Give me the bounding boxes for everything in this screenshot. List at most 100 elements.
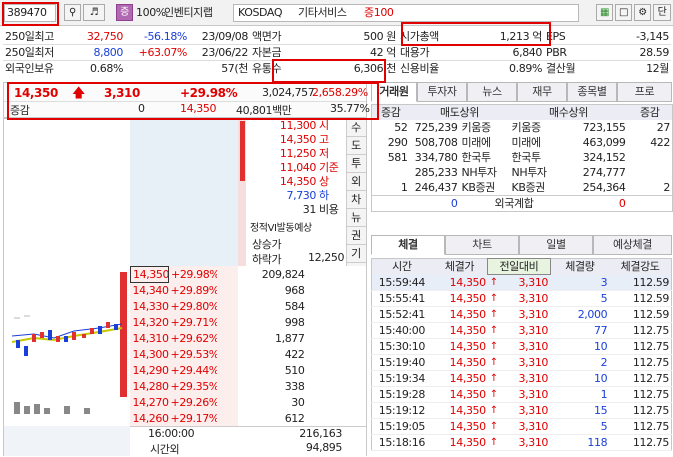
info-pct	[125, 61, 189, 77]
info-date: 23/09/08	[201, 30, 249, 43]
info-value: 0.68%	[90, 62, 123, 75]
trade-price: 14,350	[449, 436, 486, 449]
quote-price-2: 14,350	[180, 102, 217, 115]
trade-qty: 15	[593, 404, 608, 417]
buy-order-row[interactable]: 14,350 +29.98% 209,824	[130, 266, 347, 283]
broker-foreign-label: 외국계합	[494, 197, 534, 210]
side-tab[interactable]: 투	[346, 155, 366, 173]
mini-chart-area	[4, 266, 130, 426]
trade-row[interactable]: 15:19:40 14,350 ↑ 3,310 2 112.75	[371, 355, 672, 371]
trade-head: 체결가	[444, 260, 475, 274]
broker-row[interactable]: 290 508,708 미래에 미래에 463,099 422	[372, 135, 673, 150]
buy-price: 14,330	[132, 300, 169, 313]
trade-qty: 10	[593, 340, 608, 353]
broker-tab[interactable]: 재무	[517, 82, 567, 102]
trade-diff: 3,310	[518, 388, 549, 401]
trade-strength: 112.59	[632, 275, 669, 289]
buy-order-row[interactable]: 14,270 +29.26% 30	[131, 395, 347, 411]
info-value: 12월	[646, 62, 669, 75]
trade-tab[interactable]: 차트	[445, 235, 519, 255]
trade-row[interactable]: 15:52:41 14,350 ↑ 3,310 2,000 112.59	[371, 307, 672, 323]
stock-code-input[interactable]: 389470	[4, 4, 56, 22]
side-tab[interactable]: 수	[346, 119, 366, 137]
info-label: 시가총액	[400, 30, 439, 43]
info-value: 28.59	[639, 46, 670, 59]
stock-info-table: 250일최고 32,750 -56.18% 23/09/08 액면가 500 원…	[3, 29, 671, 76]
buy-pct: +29.71%	[170, 316, 217, 329]
trade-price: 14,350	[449, 292, 486, 305]
speaker-icon[interactable]: ♬	[83, 4, 105, 21]
side-tab[interactable]: 뉴	[346, 209, 366, 227]
trade-diff: 3,310	[518, 308, 549, 321]
trade-price: 14,350	[449, 340, 486, 353]
trade-time: 15:30:10	[378, 340, 426, 353]
trade-table: 시간 체결가 전일대비 체결량 체결강도 15:59:44 14,350 ↑ 3,310 3 112…	[371, 258, 672, 451]
trade-diff: 3,310	[518, 420, 549, 433]
trade-row[interactable]: 15:19:28 14,350 ↑ 3,310 1 112.75	[371, 387, 672, 403]
side-tab[interactable]: 기	[346, 245, 366, 263]
info-label: EPS	[546, 30, 566, 43]
broker-tab[interactable]: 프로	[617, 82, 672, 102]
price-stat-value: 11,300	[279, 119, 316, 132]
buy-price: 14,290	[132, 364, 169, 377]
broker-foreign-blank	[628, 196, 673, 212]
trade-tab[interactable]: 체결	[371, 235, 445, 255]
current-price: 14,350	[14, 86, 58, 100]
buy-order-row[interactable]: 14,320 +29.71% 998	[131, 315, 347, 331]
price-stat-row: 11,250 저	[246, 147, 346, 161]
buy-order-row[interactable]: 14,340 +29.89% 968	[131, 283, 347, 299]
broker-tab[interactable]: 종목별	[567, 82, 617, 102]
broker-row[interactable]: 285,233 NH투자 NH투자 274,777	[372, 165, 673, 180]
trade-row[interactable]: 15:55:41 14,350 ↑ 3,310 5 112.59	[371, 291, 672, 307]
buy-qty: 30	[291, 396, 305, 409]
buy-order-row[interactable]: 14,300 +29.53% 422	[131, 347, 347, 363]
trade-tabs: 체결 차트 일별 예상체결	[371, 235, 672, 255]
trade-diff-cell: ↑ 3,310	[488, 419, 550, 435]
equals-icon[interactable]: ▦	[596, 4, 613, 21]
broker-tab[interactable]: 투자자	[417, 82, 467, 102]
search-icon[interactable]: ⚲	[64, 4, 81, 21]
trade-tab[interactable]: 예상체결	[593, 235, 672, 255]
up-arrow-icon: ↑	[489, 293, 498, 304]
broker-tab[interactable]: 거래원	[371, 82, 417, 102]
up-arrow-icon: ↑	[489, 277, 498, 288]
buy-pct: +29.17%	[170, 412, 217, 425]
buy-order-row[interactable]: 14,290 +29.44% 510	[131, 363, 347, 379]
buy-orders-table: 14,350 +29.98% 209,824 14,340 +29.89% 968 14,3…	[130, 266, 347, 427]
up-arrow-icon: ↑	[489, 437, 498, 448]
buy-order-row[interactable]: 14,280 +29.35% 338	[131, 379, 347, 395]
side-tab[interactable]: 도	[346, 137, 366, 155]
side-tab[interactable]: 권	[346, 227, 366, 245]
trade-diff-cell: ↑ 3,310	[488, 387, 550, 403]
trade-row[interactable]: 15:40:00 14,350 ↑ 3,310 77 112.75	[371, 323, 672, 339]
trade-head: 전일대비	[487, 258, 551, 275]
unit-button[interactable]: 단	[653, 4, 671, 21]
price-stat-label: 비용	[319, 203, 339, 216]
trade-row[interactable]: 15:19:34 14,350 ↑ 3,310 10 112.75	[371, 371, 672, 387]
chat-icon[interactable]: □	[615, 4, 632, 21]
broker-row[interactable]: 581 334,780 한국투 한국투 324,152	[372, 150, 673, 165]
broker-sell-name: KB증권	[461, 181, 496, 194]
trade-tab[interactable]: 일별	[519, 235, 593, 255]
broker-buy-qty: 274,777	[582, 166, 626, 179]
buy-order-row[interactable]: 14,260 +29.17% 612	[131, 411, 347, 427]
broker-row[interactable]: 52 725,239 키움증 키움증 723,155 27	[372, 120, 673, 135]
gear-icon[interactable]: ⚙	[634, 4, 651, 21]
side-tab[interactable]: 차	[346, 191, 366, 209]
side-tab[interactable]: 외	[346, 173, 366, 191]
buy-qty: 612	[284, 412, 305, 425]
trade-row[interactable]: 15:59:44 14,350 ↑ 3,310 3 112.59	[371, 274, 672, 291]
trade-time: 15:52:41	[378, 308, 426, 321]
broker-tab[interactable]: 뉴스	[467, 82, 517, 102]
broker-row[interactable]: 1 246,437 KB증권 KB증권 254,364 2	[372, 180, 673, 196]
broker-buy-qty: 324,152	[582, 151, 626, 164]
broker-sell-name: 미래에	[461, 136, 492, 149]
trade-row[interactable]: 15:30:10 14,350 ↑ 3,310 10 112.75	[371, 339, 672, 355]
trade-diff-cell: ↑ 3,310	[488, 291, 550, 307]
buy-order-row[interactable]: 14,310 +29.62% 1,877	[131, 331, 347, 347]
trade-row[interactable]: 15:19:12 14,350 ↑ 3,310 15 112.75	[371, 403, 672, 419]
trade-row[interactable]: 15:19:05 14,350 ↑ 3,310 5 112.75	[371, 419, 672, 435]
price-stat-row: 14,350 상	[246, 175, 346, 189]
buy-order-row[interactable]: 14,330 +29.80% 584	[131, 299, 347, 315]
trade-row[interactable]: 15:18:16 14,350 ↑ 3,310 118 112.75	[371, 435, 672, 451]
